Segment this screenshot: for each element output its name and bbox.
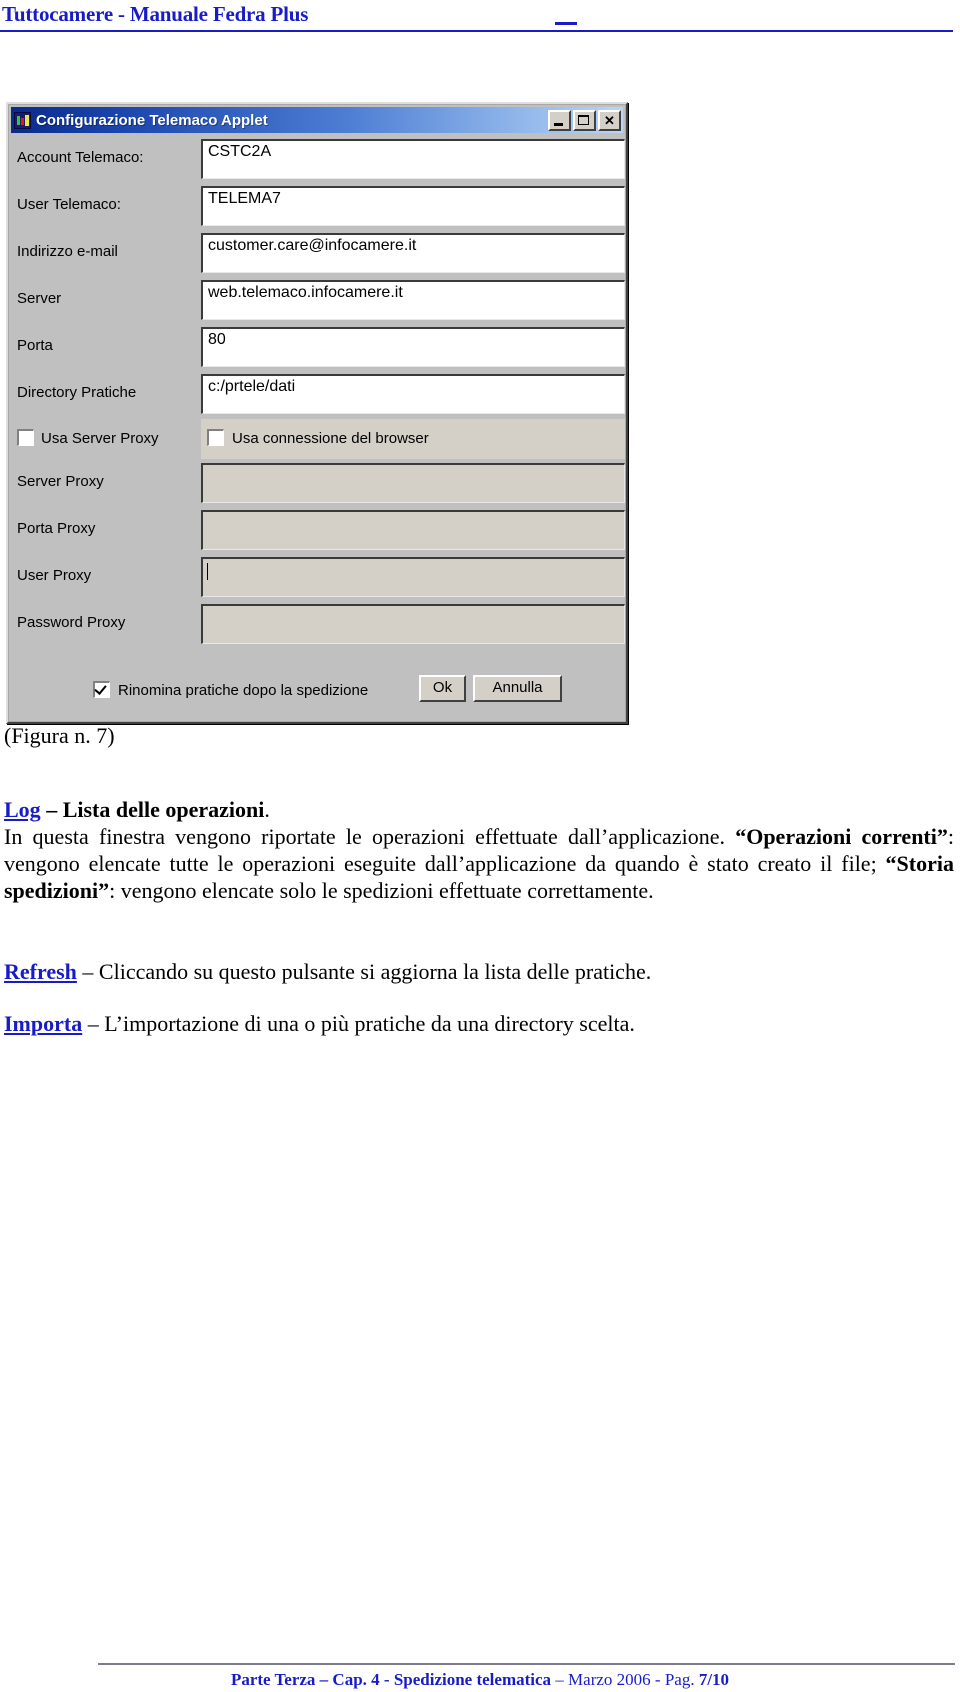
input-account-telemaco[interactable]: CSTC2A xyxy=(201,139,625,179)
link-importa[interactable]: Importa xyxy=(4,1011,82,1036)
form-row-server-proxy: Server Proxy xyxy=(11,459,625,506)
dialog-bottom-bar: Rinomina pratiche dopo la spedizione Ok … xyxy=(11,663,623,719)
label-usa-server-proxy: Usa Server Proxy xyxy=(41,430,159,447)
form-row-user-proxy: User Proxy xyxy=(11,553,625,600)
label-user-proxy: User Proxy xyxy=(17,567,92,584)
form-row-directory: Directory Pratiche c:/prtele/dati xyxy=(11,370,625,417)
footer: Parte Terza – Cap. 4 - Spedizione telema… xyxy=(0,1670,960,1690)
label-account-telemaco: Account Telemaco: xyxy=(17,149,144,166)
form-row-email: Indirizzo e-mail customer.care@infocamer… xyxy=(11,229,625,276)
dialog-title: Configurazione Telemaco Applet xyxy=(36,111,268,129)
log-body-1: In questa finestra vengono riportate le … xyxy=(4,824,736,849)
form-row-porta: Porta 80 xyxy=(11,323,625,370)
input-porta-proxy[interactable] xyxy=(201,510,625,550)
footer-divider xyxy=(98,1663,955,1665)
header-divider xyxy=(0,30,953,32)
input-directory-pratiche[interactable]: c:/prtele/dati xyxy=(201,374,625,414)
refresh-dash: – xyxy=(76,959,99,984)
page-header: Tuttocamere - Manuale Fedra Plus xyxy=(0,0,960,40)
label-indirizzo-email: Indirizzo e-mail xyxy=(17,243,118,260)
checkbox-row-proxy: Usa Server Proxy Usa connessione del bro… xyxy=(11,419,625,459)
form-row-porta-proxy: Porta Proxy xyxy=(11,506,625,553)
minimize-button[interactable] xyxy=(548,109,571,131)
input-porta[interactable]: 80 xyxy=(201,327,625,367)
form-row-account: Account Telemaco: CSTC2A xyxy=(11,135,625,182)
cancel-button[interactable]: Annulla xyxy=(473,675,562,702)
maximize-button[interactable] xyxy=(573,109,596,131)
label-server-proxy: Server Proxy xyxy=(17,473,104,490)
importa-dash: – xyxy=(82,1011,105,1036)
form-row-user: User Telemaco: TELEMA7 xyxy=(11,182,625,229)
form-row-server: Server web.telemaco.infocamere.it xyxy=(11,276,625,323)
dialog-body: Account Telemaco: CSTC2A User Telemaco: … xyxy=(11,135,625,719)
page-title: Tuttocamere - Manuale Fedra Plus xyxy=(2,2,309,26)
paragraph-log: Log – Lista delle operazioni. In questa … xyxy=(4,796,954,904)
log-heading-suffix: . xyxy=(264,797,270,822)
footer-page-number: 7/10 xyxy=(698,1670,730,1689)
input-user-proxy[interactable] xyxy=(201,557,625,597)
label-rinomina-pratiche: Rinomina pratiche dopo la spedizione xyxy=(118,682,369,699)
window-controls: ✕ xyxy=(548,109,621,131)
minimize-icon xyxy=(554,122,563,126)
label-porta: Porta xyxy=(17,337,53,354)
log-bold-1: “Operazioni correnti” xyxy=(735,824,948,849)
link-log[interactable]: Log xyxy=(4,797,41,822)
footer-date: Marzo 2006 - Pag. xyxy=(568,1670,699,1689)
input-server-proxy[interactable] xyxy=(201,463,625,503)
label-user-telemaco: User Telemaco: xyxy=(17,196,121,213)
checkbox-usa-connessione-browser[interactable] xyxy=(207,429,224,446)
close-button[interactable]: ✕ xyxy=(598,109,621,131)
label-password-proxy: Password Proxy xyxy=(17,614,126,631)
log-dash: – xyxy=(40,797,63,822)
label-usa-connessione-browser: Usa connessione del browser xyxy=(232,430,429,447)
link-refresh[interactable]: Refresh xyxy=(4,959,77,984)
dialog-titlebar[interactable]: Configurazione Telemaco Applet ✕ xyxy=(11,107,623,133)
input-password-proxy[interactable] xyxy=(201,604,625,644)
paragraph-refresh: Refresh – Cliccando su questo pulsante s… xyxy=(4,958,954,985)
label-porta-proxy: Porta Proxy xyxy=(17,520,96,537)
dialog-inner-frame: Configurazione Telemaco Applet ✕ Account… xyxy=(8,104,626,722)
figure-caption: (Figura n. 7) xyxy=(4,723,115,748)
input-server[interactable]: web.telemaco.infocamere.it xyxy=(201,280,625,320)
footer-separator: – xyxy=(551,1670,569,1689)
form-row-password-proxy: Password Proxy xyxy=(11,600,625,647)
header-tab-mark xyxy=(555,22,577,25)
importa-body: L’importazione di una o più pratiche da … xyxy=(104,1011,635,1036)
refresh-body: Cliccando su questo pulsante si aggiorna… xyxy=(98,959,652,984)
checkbox-rinomina-pratiche[interactable] xyxy=(93,681,110,698)
label-directory-pratiche: Directory Pratiche xyxy=(17,384,137,401)
input-user-telemaco[interactable]: TELEMA7 xyxy=(201,186,625,226)
input-indirizzo-email[interactable]: customer.care@infocamere.it xyxy=(201,233,625,273)
application-icon xyxy=(14,111,31,129)
close-icon: ✕ xyxy=(604,112,615,128)
footer-part: Parte Terza – Cap. 4 - Spedizione telema… xyxy=(230,1670,552,1689)
paragraph-importa: Importa – L’importazione di una o più pr… xyxy=(4,1010,954,1037)
checkbox-usa-server-proxy[interactable] xyxy=(17,429,34,446)
label-server: Server xyxy=(17,290,62,307)
log-body-3: : vengono elencate solo le spedizioni ef… xyxy=(109,878,654,903)
ok-button[interactable]: Ok xyxy=(419,675,466,702)
maximize-icon xyxy=(578,114,589,125)
log-heading: Lista delle operazioni xyxy=(62,797,265,822)
telemaco-config-dialog: Configurazione Telemaco Applet ✕ Account… xyxy=(6,102,628,724)
